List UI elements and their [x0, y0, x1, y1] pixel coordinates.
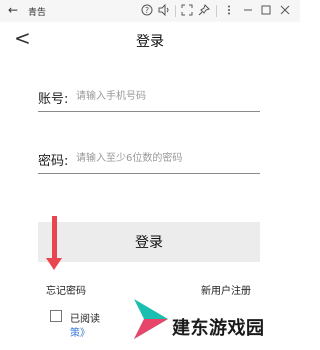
agreement-read-label: 已阅读	[70, 314, 100, 325]
close-icon[interactable]	[278, 4, 292, 18]
pin-icon[interactable]	[197, 4, 211, 18]
minimize-icon[interactable]	[241, 4, 255, 18]
forgot-password-link[interactable]: 忘记密码	[46, 282, 86, 297]
page-title: 登录	[136, 34, 164, 50]
maximize-icon[interactable]	[259, 4, 273, 18]
svg-text:?: ?	[145, 6, 149, 15]
watermark-text: 建东游戏园	[172, 318, 265, 339]
window-titlebar: ← 青告 ?	[0, 0, 300, 22]
agreement-checkbox[interactable]	[50, 310, 62, 322]
privacy-policy-link[interactable]: 策》	[70, 324, 90, 339]
account-field: 账号:	[38, 84, 260, 112]
window-title: 青告	[28, 8, 47, 18]
password-label: 密码:	[38, 154, 69, 169]
more-icon[interactable]	[222, 4, 236, 18]
account-input[interactable]	[76, 88, 256, 104]
register-link[interactable]: 新用户注册	[201, 282, 251, 297]
account-label: 账号:	[38, 92, 69, 107]
watermark-logo-icon	[134, 299, 168, 339]
annotation-arrow-icon	[46, 216, 62, 270]
titlebar-divider	[175, 5, 176, 17]
password-input[interactable]	[76, 150, 256, 166]
password-field: 密码:	[38, 146, 260, 174]
volume-icon[interactable]	[157, 3, 171, 18]
help-icon[interactable]: ?	[140, 4, 154, 18]
titlebar-back-button[interactable]: ←	[8, 3, 18, 17]
titlebar-divider	[216, 5, 217, 17]
fullscreen-icon[interactable]	[180, 4, 194, 18]
login-button[interactable]: 登录	[38, 222, 260, 262]
